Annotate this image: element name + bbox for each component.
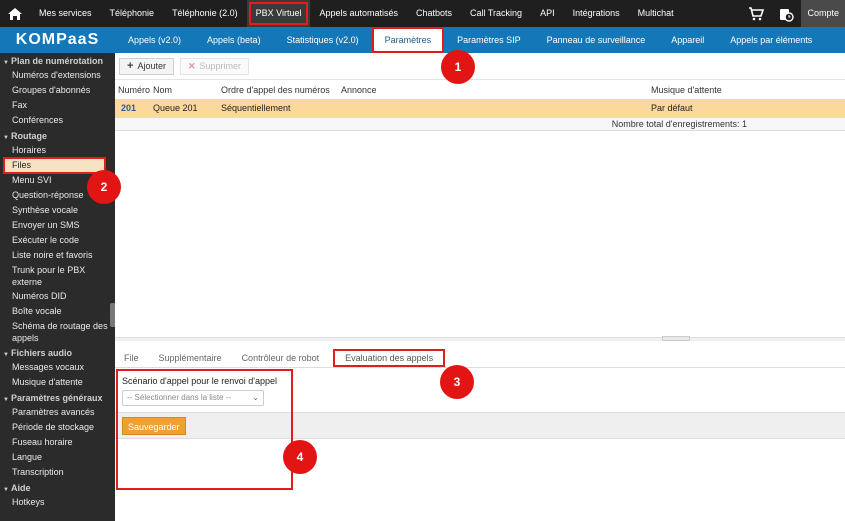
sidebar-section-aide[interactable]: ▼ Aide xyxy=(0,480,115,495)
sidebar-item-musique-attente[interactable]: Musique d'attente xyxy=(0,375,115,390)
account-menu[interactable]: Compte xyxy=(801,0,845,27)
column-header-ordre[interactable]: Ordre d'appel des numéros xyxy=(221,85,330,95)
tab-statistiques-v2[interactable]: Statistiques (v2.0) xyxy=(274,27,372,53)
triangle-down-icon: ▼ xyxy=(3,352,9,358)
tab-appels-par-elements[interactable]: Appels par éléments xyxy=(717,27,825,53)
sidebar-item-boite-vocale[interactable]: Boîte vocale xyxy=(0,304,115,319)
triangle-down-icon: ▼ xyxy=(3,60,9,66)
sidebar-item-periode-stockage[interactable]: Période de stockage xyxy=(0,420,115,435)
column-header-numero[interactable]: Numéro xyxy=(118,85,150,95)
sidebar-section-plan-numerotation[interactable]: ▼ Plan de numérotation xyxy=(0,53,115,68)
sidebar-item-trunk-pbx[interactable]: Trunk pour le PBX externe xyxy=(0,263,115,289)
balance-icon[interactable] xyxy=(771,0,801,27)
topnav-item-mes-services[interactable]: Mes services xyxy=(30,0,101,27)
tab-file[interactable]: File xyxy=(124,353,139,363)
detail-tabs: File Supplémentaire Contrôleur de robot … xyxy=(115,349,845,367)
sidebar-item-hotkeys[interactable]: Hotkeys xyxy=(0,495,115,510)
topnav-item-telephonie[interactable]: Téléphonie xyxy=(101,0,164,27)
panel-splitter[interactable] xyxy=(115,336,845,341)
add-button[interactable]: + Ajouter xyxy=(119,57,174,75)
column-header-annonce[interactable]: Annonce xyxy=(341,85,377,95)
table-row[interactable]: 201 Queue 201 Séquentiellement Par défau… xyxy=(115,99,845,117)
home-icon[interactable] xyxy=(0,0,30,27)
cell-ordre: Séquentiellement xyxy=(221,103,291,113)
sidebar-item-files[interactable]: Files xyxy=(3,157,106,174)
sidebar-section-title: Routage xyxy=(11,131,47,141)
cart-icon[interactable] xyxy=(741,0,771,27)
section-tabs-bar: KOMPaaS Appels (v2.0) Appels (beta) Stat… xyxy=(0,27,845,53)
sidebar-section-routage[interactable]: ▼ Routage xyxy=(0,128,115,143)
topnav-item-chatbots[interactable]: Chatbots xyxy=(407,0,461,27)
sidebar-item-messages-vocaux[interactable]: Messages vocaux xyxy=(0,360,115,375)
sidebar-item-numeros-extensions[interactable]: Numéros d'extensions xyxy=(0,68,115,83)
sidebar-item-transcription[interactable]: Transcription xyxy=(0,465,115,480)
sidebar-section-title: Fichiers audio xyxy=(11,348,73,358)
topnav-item-call-tracking[interactable]: Call Tracking xyxy=(461,0,531,27)
topnav-item-pbx-virtuel[interactable]: PBX Virtuel xyxy=(246,0,311,27)
sidebar-item-schema-routage[interactable]: Schéma de routage des appels xyxy=(0,319,115,345)
plus-icon: + xyxy=(127,60,134,72)
highlight-box-form xyxy=(116,369,293,490)
sidebar: ▼ Plan de numérotation Numéros d'extensio… xyxy=(0,53,115,521)
triangle-down-icon: ▼ xyxy=(3,135,9,141)
tab-appels-beta[interactable]: Appels (beta) xyxy=(194,27,274,53)
sidebar-item-synthese-vocale[interactable]: Synthèse vocale xyxy=(0,203,115,218)
delete-button[interactable]: ✕ Supprimer xyxy=(179,57,250,75)
topnav-item-integrations[interactable]: Intégrations xyxy=(564,0,629,27)
sidebar-section-title: Aide xyxy=(11,483,31,493)
grid-header: Numéro Nom Ordre d'appel des numéros Ann… xyxy=(115,82,845,98)
callout-1: 1 xyxy=(441,50,475,84)
column-header-musique[interactable]: Musique d'attente xyxy=(651,85,722,95)
add-button-label: Ajouter xyxy=(137,61,166,71)
triangle-down-icon: ▼ xyxy=(3,487,9,493)
tab-parametres[interactable]: Paramètres xyxy=(371,27,445,53)
sidebar-item-numeros-did[interactable]: Numéros DID xyxy=(0,289,115,304)
sidebar-item-liste-noire[interactable]: Liste noire et favoris xyxy=(0,248,115,263)
sidebar-item-fax[interactable]: Fax xyxy=(0,98,115,113)
sidebar-item-envoyer-sms[interactable]: Envoyer un SMS xyxy=(0,218,115,233)
sidebar-item-conferences[interactable]: Conférences xyxy=(0,113,115,128)
detail-panel: Scénario d'appel pour le renvoi d'appel … xyxy=(115,367,845,521)
tab-evaluation-appels[interactable]: Evaluation des appels xyxy=(333,349,446,367)
main-content: + Ajouter ✕ Supprimer Numéro Nom Ordre d… xyxy=(115,53,845,521)
close-icon: ✕ xyxy=(187,60,196,71)
topnav-item-telephonie-2[interactable]: Téléphonie (2.0) xyxy=(163,0,247,27)
sidebar-item-langue[interactable]: Langue xyxy=(0,450,115,465)
column-header-nom[interactable]: Nom xyxy=(153,85,172,95)
callout-4: 4 xyxy=(283,440,317,474)
sidebar-section-title: Plan de numérotation xyxy=(11,56,104,66)
sidebar-item-groupes-abonnes[interactable]: Groupes d'abonnés xyxy=(0,83,115,98)
sidebar-section-fichiers-audio[interactable]: ▼ Fichiers audio xyxy=(0,345,115,360)
sidebar-section-title: Paramètres généraux xyxy=(11,393,103,403)
callout-3: 3 xyxy=(440,365,474,399)
sidebar-item-parametres-avances[interactable]: Paramètres avancés xyxy=(0,405,115,420)
kompaas-logo[interactable]: KOMPaaS xyxy=(0,27,115,53)
sidebar-item-horaires[interactable]: Horaires xyxy=(0,143,115,158)
tab-appareil[interactable]: Appareil xyxy=(658,27,717,53)
cell-musique: Par défaut xyxy=(651,103,693,113)
callout-2: 2 xyxy=(87,170,121,204)
splitter-grip-icon[interactable] xyxy=(662,336,690,341)
cell-numero: 201 xyxy=(121,103,137,113)
tab-supplementaire[interactable]: Supplémentaire xyxy=(159,353,222,363)
topnav-item-appels-automatises[interactable]: Appels automatisés xyxy=(310,0,407,27)
sidebar-item-executer-code[interactable]: Exécuter le code xyxy=(0,233,115,248)
tab-controleur-robot[interactable]: Contrôleur de robot xyxy=(242,353,320,363)
sidebar-item-fuseau-horaire[interactable]: Fuseau horaire xyxy=(0,435,115,450)
top-navigation-bar: Mes services Téléphonie Téléphonie (2.0)… xyxy=(0,0,845,27)
tab-panneau-surveillance[interactable]: Panneau de surveillance xyxy=(534,27,659,53)
delete-button-label: Supprimer xyxy=(199,61,242,71)
toolbar: + Ajouter ✕ Supprimer xyxy=(115,53,845,80)
grid-total-records: Nombre total d'enregistrements: 1 xyxy=(115,117,845,131)
triangle-down-icon: ▼ xyxy=(3,397,9,403)
tab-appels-v2[interactable]: Appels (v2.0) xyxy=(115,27,194,53)
topnav-item-api[interactable]: API xyxy=(531,0,564,27)
cell-nom: Queue 201 xyxy=(153,103,198,113)
sidebar-section-parametres-generaux[interactable]: ▼ Paramètres généraux xyxy=(0,390,115,405)
topnav-item-multichat[interactable]: Multichat xyxy=(629,0,683,27)
